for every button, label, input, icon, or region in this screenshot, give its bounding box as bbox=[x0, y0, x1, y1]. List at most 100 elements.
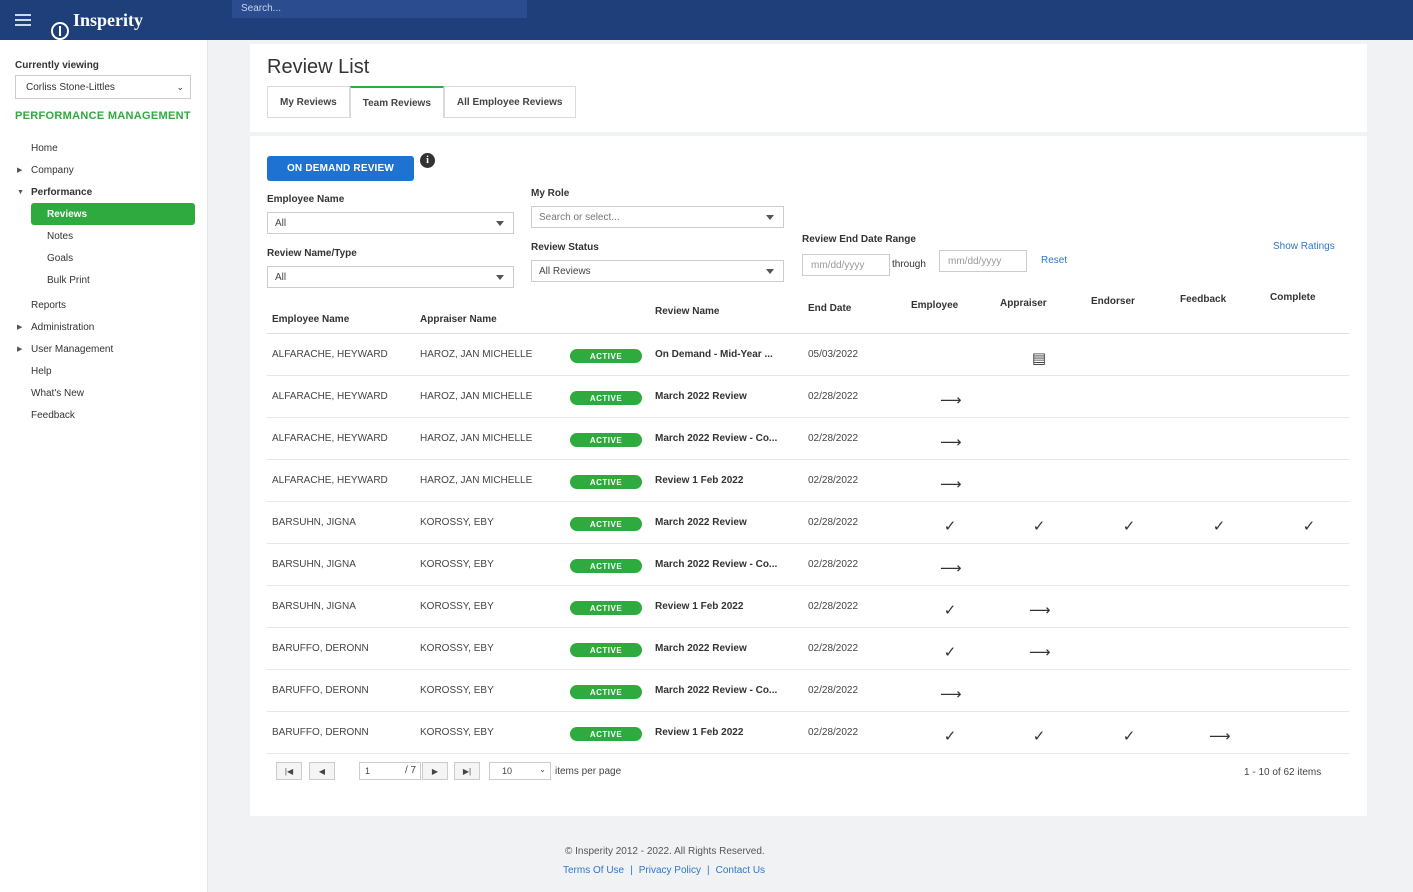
table-row[interactable]: BARUFFO, DERONN KOROSSY, EBY March 2022 Re… bbox=[267, 670, 1349, 712]
pager-summary: 1 - 10 of 62 items bbox=[1244, 767, 1322, 778]
info-icon[interactable]: i bbox=[420, 153, 435, 168]
employee-arrow-right-icon[interactable]: ⟶ bbox=[940, 391, 962, 409]
first-page-button[interactable]: |◀ bbox=[276, 762, 302, 780]
sidebar-item-reviews[interactable]: Reviews bbox=[31, 203, 195, 225]
sidebar-item-label: Administration bbox=[31, 321, 95, 333]
appraiser-check-icon: ✓ bbox=[1032, 518, 1046, 535]
sidebar-item-bulk-print[interactable]: Bulk Print bbox=[15, 269, 195, 291]
employee-name-select[interactable]: All bbox=[267, 212, 514, 234]
table-row[interactable]: ALFARACHE, HEYWARD HAROZ, JAN MICHELLE Mar… bbox=[267, 376, 1349, 418]
privacy-policy-link[interactable]: Privacy Policy bbox=[639, 865, 701, 876]
next-page-button[interactable]: ▶ bbox=[422, 762, 448, 780]
appraiser-name-cell: KOROSSY, EBY bbox=[420, 601, 494, 612]
review-name-cell[interactable]: March 2022 Review - Co... bbox=[655, 685, 777, 696]
sidebar-item-performance[interactable]: ▼ Performance bbox=[15, 181, 195, 203]
sidebar-item-label: What's New bbox=[31, 387, 85, 399]
sidebar-item-whats-new[interactable]: What's New bbox=[15, 382, 195, 404]
global-search-input[interactable]: Search... bbox=[232, 0, 527, 18]
employee-arrow-right-icon[interactable]: ⟶ bbox=[940, 433, 962, 451]
end-date-to-input[interactable]: mm/dd/yyyy bbox=[939, 250, 1027, 272]
review-name-type-select[interactable]: All bbox=[267, 266, 514, 288]
items-per-page-select[interactable]: 10 ⌄ bbox=[489, 762, 551, 780]
tab-all-employee-reviews[interactable]: All Employee Reviews bbox=[443, 86, 576, 118]
review-name-cell[interactable]: March 2022 Review - Co... bbox=[655, 433, 777, 444]
currently-viewing-value: Corliss Stone-Littles bbox=[26, 82, 115, 93]
table-row[interactable]: ALFARACHE, HEYWARD HAROZ, JAN MICHELLE On … bbox=[267, 334, 1349, 376]
appraiser-arrow-right-icon[interactable]: ⟶ bbox=[1029, 601, 1051, 619]
sidebar-item-feedback[interactable]: Feedback bbox=[15, 404, 195, 426]
copyright-text: © Insperity 2012 - 2022. All Rights Rese… bbox=[565, 846, 765, 857]
sidebar-item-company[interactable]: ▶ Company bbox=[15, 159, 195, 181]
appraiser-arrow-right-icon[interactable]: ⟶ bbox=[1029, 643, 1051, 661]
review-name-cell[interactable]: March 2022 Review bbox=[655, 643, 747, 654]
employee-arrow-right-icon[interactable]: ⟶ bbox=[940, 685, 962, 703]
col-employee-name[interactable]: Employee Name bbox=[272, 314, 349, 325]
table-row[interactable]: BARUFFO, DERONN KOROSSY, EBY Review 1 Feb … bbox=[267, 712, 1349, 754]
review-name-cell[interactable]: March 2022 Review - Co... bbox=[655, 559, 777, 570]
appraiser-document-icon[interactable]: ▤ bbox=[1029, 349, 1049, 367]
items-per-page-label: items per page bbox=[555, 766, 622, 777]
employee-name-cell: BARUFFO, DERONN bbox=[272, 727, 369, 738]
previous-page-button[interactable]: ◀ bbox=[309, 762, 335, 780]
terms-of-use-link[interactable]: Terms Of Use bbox=[563, 865, 624, 876]
tab-team-reviews[interactable]: Team Reviews bbox=[349, 86, 444, 118]
table-row[interactable]: BARUFFO, DERONN KOROSSY, EBY March 2022 Re… bbox=[267, 628, 1349, 670]
reset-link[interactable]: Reset bbox=[1041, 255, 1067, 266]
chevron-down-icon bbox=[496, 275, 504, 280]
sidebar-item-administration[interactable]: ▶ Administration bbox=[15, 316, 195, 338]
sidebar-item-notes[interactable]: Notes bbox=[15, 225, 195, 247]
show-ratings-link[interactable]: Show Ratings bbox=[1273, 241, 1335, 252]
hamburger-menu-icon[interactable] bbox=[15, 14, 31, 26]
table-row[interactable]: BARSUHN, JIGNA KOROSSY, EBY Review 1 Feb 2… bbox=[267, 586, 1349, 628]
review-name-cell[interactable]: Review 1 Feb 2022 bbox=[655, 601, 743, 612]
contact-us-link[interactable]: Contact Us bbox=[716, 865, 765, 876]
col-appraiser-name[interactable]: Appraiser Name bbox=[420, 314, 497, 325]
sidebar-item-reports[interactable]: Reports bbox=[15, 294, 195, 316]
end-date-from-input[interactable]: mm/dd/yyyy bbox=[802, 254, 890, 276]
my-role-label: My Role bbox=[531, 188, 570, 199]
review-name-cell[interactable]: Review 1 Feb 2022 bbox=[655, 475, 743, 486]
employee-arrow-right-icon[interactable]: ⟶ bbox=[940, 559, 962, 577]
chevron-down-icon bbox=[496, 221, 504, 226]
sidebar-item-help[interactable]: Help bbox=[15, 360, 195, 382]
employee-check-icon: ✓ bbox=[943, 602, 957, 619]
sidebar-item-user-management[interactable]: ▶ User Management bbox=[15, 338, 195, 360]
employee-check-icon: ✓ bbox=[943, 644, 957, 661]
top-bar: Insperity Search... bbox=[0, 0, 1413, 40]
feedback-arrow-right-icon[interactable]: ⟶ bbox=[1209, 727, 1231, 745]
review-name-cell[interactable]: March 2022 Review bbox=[655, 517, 747, 528]
last-page-button[interactable]: ▶| bbox=[454, 762, 480, 780]
table-row[interactable]: BARSUHN, JIGNA KOROSSY, EBY March 2022 Rev… bbox=[267, 502, 1349, 544]
end-date-cell: 02/28/2022 bbox=[808, 559, 859, 570]
table-row[interactable]: ALFARACHE, HEYWARD HAROZ, JAN MICHELLE Rev… bbox=[267, 460, 1349, 502]
table-row[interactable]: ALFARACHE, HEYWARD HAROZ, JAN MICHELLE Mar… bbox=[267, 418, 1349, 460]
my-role-select[interactable]: Search or select... bbox=[531, 206, 784, 228]
appraiser-name-cell: KOROSSY, EBY bbox=[420, 517, 494, 528]
status-badge: ACTIVE bbox=[570, 391, 642, 405]
tab-my-reviews[interactable]: My Reviews bbox=[267, 86, 350, 118]
sidebar-item-home[interactable]: Home bbox=[15, 137, 195, 159]
review-table: Employee Name Appraiser Name Review Name… bbox=[267, 292, 1349, 754]
status-badge: ACTIVE bbox=[570, 517, 642, 531]
col-review-name[interactable]: Review Name bbox=[655, 306, 719, 317]
review-name-cell[interactable]: Review 1 Feb 2022 bbox=[655, 727, 743, 738]
chevron-down-icon bbox=[766, 269, 774, 274]
appraiser-name-cell: KOROSSY, EBY bbox=[420, 559, 494, 570]
review-name-type-label: Review Name/Type bbox=[267, 248, 357, 259]
my-role-placeholder: Search or select... bbox=[539, 212, 620, 223]
review-name-cell[interactable]: March 2022 Review bbox=[655, 391, 747, 402]
insperity-logo[interactable]: Insperity bbox=[51, 10, 143, 40]
sidebar-item-goals[interactable]: Goals bbox=[15, 247, 195, 269]
employee-arrow-right-icon[interactable]: ⟶ bbox=[940, 475, 962, 493]
chevron-down-icon bbox=[766, 215, 774, 220]
currently-viewing-select[interactable]: Corliss Stone-Littles ⌄ bbox=[15, 75, 191, 99]
end-date-cell: 02/28/2022 bbox=[808, 643, 859, 654]
review-name-cell[interactable]: On Demand - Mid-Year ... bbox=[655, 349, 773, 360]
col-end-date[interactable]: End Date bbox=[808, 303, 851, 314]
on-demand-review-button[interactable]: ON DEMAND REVIEW bbox=[267, 156, 414, 181]
appraiser-name-cell: KOROSSY, EBY bbox=[420, 643, 494, 654]
employee-name-cell: ALFARACHE, HEYWARD bbox=[272, 349, 388, 360]
table-row[interactable]: BARSUHN, JIGNA KOROSSY, EBY March 2022 Rev… bbox=[267, 544, 1349, 586]
review-status-select[interactable]: All Reviews bbox=[531, 260, 784, 282]
review-status-value: All Reviews bbox=[539, 266, 591, 277]
